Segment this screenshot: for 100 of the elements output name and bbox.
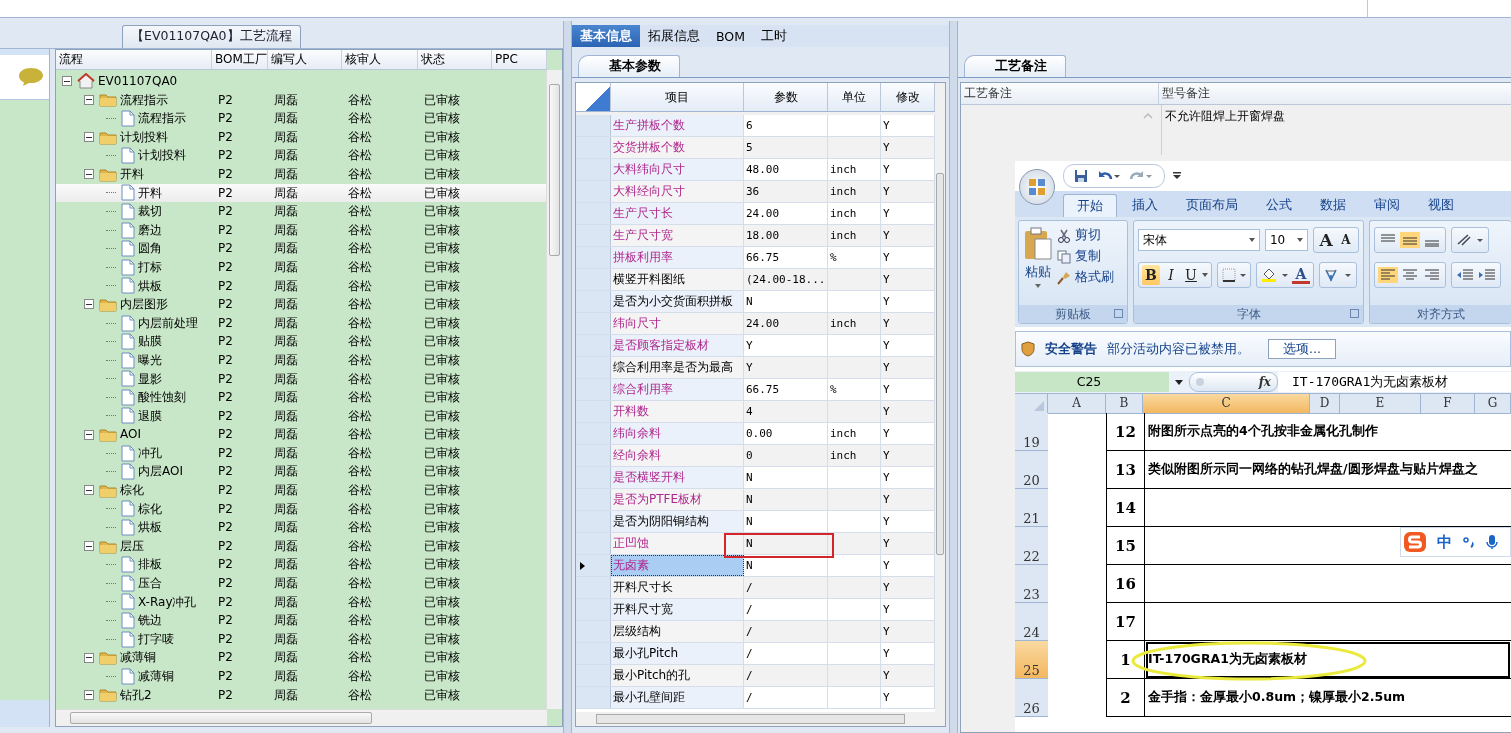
row-header[interactable]: 21 [1015,489,1048,527]
column-header[interactable]: 编写人 [268,50,342,69]
column-header[interactable]: 单位 [828,83,881,111]
ribbon-tab[interactable]: 审阅 [1361,194,1413,217]
collapse-icon[interactable] [84,485,94,496]
save-icon[interactable] [1074,169,1088,183]
table-cell[interactable]: 36 [744,181,828,202]
font-size-field[interactable]: 10 [1264,229,1308,251]
shrink-font-button[interactable]: A [1337,230,1355,250]
row-header[interactable]: 22 [1015,527,1048,565]
table-cell[interactable]: 0 [744,445,828,466]
italic-button[interactable]: I [1162,265,1180,285]
table-cell[interactable]: N [744,511,828,532]
column-header[interactable]: C [1143,394,1310,414]
table-cell[interactable]: N [744,555,828,576]
phonetic-guide-icon[interactable] [1323,267,1353,283]
borders-icon[interactable] [1221,267,1247,283]
row-header[interactable]: 19 [1015,413,1048,451]
function-button[interactable]: fx [1189,372,1278,392]
table-row[interactable]: 是否横竖开料 N Y [576,467,935,489]
table-cell[interactable]: 0.00 [744,423,828,444]
table-cell[interactable]: (24.00-18... [744,269,828,290]
table-row[interactable]: 最小Pitch的孔 / Y [576,665,935,687]
table-cell[interactable]: 5 [744,137,828,158]
table-row[interactable]: 交货拼板个数 5 Y [576,137,935,159]
table-cell[interactable]: / [744,665,828,686]
table-row[interactable]: 生产尺寸长 24.00 inch Y [576,203,935,225]
row-header[interactable]: 20 [1015,451,1048,489]
column-header[interactable]: E [1340,394,1421,414]
table-cell[interactable]: 48.00 [744,159,828,180]
microphone-icon[interactable] [1486,534,1498,550]
ribbon-tab[interactable]: 视图 [1415,194,1467,217]
punctuation-icon[interactable] [1462,535,1476,549]
table-row[interactable]: 综合利用率 66.75 % Y [576,379,935,401]
column-header[interactable]: D [1310,394,1340,414]
table-cell[interactable]: 4 [744,401,828,422]
office-button-icon[interactable] [1019,169,1055,205]
table-row[interactable]: 开料数 4 Y [576,401,935,423]
table-cell[interactable]: N [744,467,828,488]
vertical-scrollbar[interactable] [935,83,945,712]
table-row[interactable]: 正凹蚀 N Y [576,533,935,555]
orientation-icon[interactable] [1455,232,1485,248]
horizontal-align-icon[interactable] [1378,267,1398,283]
table-cell[interactable]: 18.00 [744,225,828,246]
bold-button[interactable]: B [1142,265,1160,285]
horizontal-align-icon[interactable] [1422,267,1442,283]
options-button[interactable]: 选项... [1268,339,1336,359]
vertical-scrollbar[interactable] [546,70,562,709]
row-header[interactable]: 25 [1015,641,1048,679]
table-row[interactable]: 拼板利用率 66.75 % Y [576,247,935,269]
grow-font-button[interactable]: A [1317,230,1335,250]
customize-caret-icon[interactable] [1173,172,1181,180]
table-cell[interactable]: Y [744,335,828,356]
collapse-icon[interactable] [84,652,94,663]
column-header[interactable]: 项目 [611,83,744,111]
collapse-icon[interactable] [62,76,72,87]
table-cell[interactable]: / [744,687,828,708]
collapse-icon[interactable] [84,299,94,310]
table-row[interactable]: 生产拼板个数 6 Y [576,115,935,137]
column-header[interactable]: 型号备注 [1159,83,1210,104]
horizontal-scrollbar[interactable] [576,712,945,726]
decrease-indent-icon[interactable] [1455,267,1475,283]
tab[interactable]: 基本信息 [572,25,640,47]
vertical-align-icon[interactable] [1400,232,1420,248]
collapse-icon[interactable] [84,541,94,552]
table-cell[interactable]: N [744,291,828,312]
tab[interactable]: 工艺备注 [964,55,1066,77]
table-row[interactable]: 开料尺寸宽 / Y [576,599,935,621]
table-row[interactable]: 是否为阴阳铜结构 N Y [576,511,935,533]
column-header[interactable]: G [1475,394,1511,414]
column-header[interactable]: 核审人 [342,50,418,69]
table-row[interactable]: 纬向余料 0.00 inch Y [576,423,935,445]
table-row[interactable]: 生产尺寸宽 18.00 inch Y [576,225,935,247]
table-row[interactable]: 经向余料 0 inch Y [576,445,935,467]
caret-icon[interactable] [1175,379,1183,385]
table-row[interactable]: 纬向尺寸 24.00 inch Y [576,313,935,335]
fill-color-icon[interactable] [1260,267,1290,283]
column-header[interactable]: 工艺备注 [961,83,1159,104]
table-cell[interactable]: 24.00 [744,313,828,334]
column-header[interactable]: F [1421,394,1475,414]
table-cell[interactable]: / [744,599,828,620]
horizontal-align-icon[interactable] [1400,267,1420,283]
table-cell[interactable]: N [744,489,828,510]
ribbon-tab[interactable]: 数据 [1307,194,1359,217]
column-header[interactable]: BOM工厂 [212,50,268,69]
column-header[interactable]: A [1048,394,1106,414]
format-painter-button[interactable]: 格式刷 [1057,269,1114,286]
table-cell[interactable]: N [744,533,828,554]
underline-button[interactable]: U [1182,265,1200,285]
table-row[interactable]: 横竖开料图纸 (24.00-18... Y [576,269,935,291]
collapse-icon[interactable] [84,429,94,440]
cut-button[interactable]: 剪切 [1057,227,1114,244]
table-row[interactable]: 最小孔壁间距 / Y [576,687,935,709]
table-cell[interactable]: / [744,577,828,598]
table-cell[interactable]: 66.75 [744,247,828,268]
collapse-icon[interactable] [84,689,94,700]
caret-icon[interactable] [1202,273,1208,277]
table-row[interactable]: 是否为小交货面积拼板 N Y [576,291,935,313]
formula-field[interactable]: IT-170GRA1为无卤素板材 [1278,372,1511,392]
ribbon-tab[interactable]: 插入 [1119,194,1171,217]
